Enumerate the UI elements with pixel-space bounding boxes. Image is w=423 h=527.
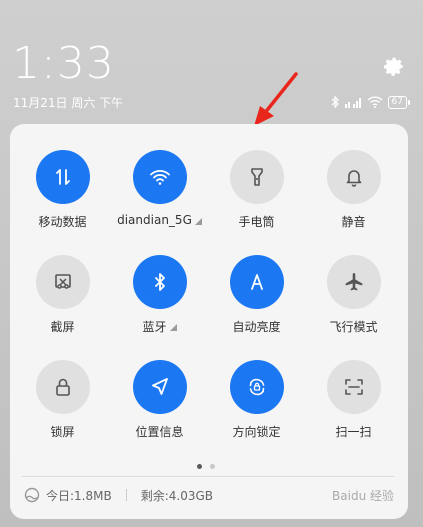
battery-indicator: 67: [387, 95, 411, 109]
lock-icon: [55, 378, 70, 396]
bell-icon: [346, 170, 361, 187]
toggle-location[interactable]: 位置信息: [111, 360, 208, 440]
tile-label-text: 飞行模式: [329, 320, 378, 334]
toggle-bell[interactable]: 静音: [305, 150, 402, 230]
data-usage-icon: [24, 487, 40, 503]
rotation-lock-icon: [249, 378, 264, 396]
settings-gear-icon[interactable]: [380, 53, 406, 79]
screenshot-toggle-button[interactable]: [35, 255, 90, 309]
location-toggle-button[interactable]: [132, 360, 187, 414]
tile-label-text: 静音: [341, 215, 366, 229]
mobile-data-icon: [55, 169, 70, 185]
tile-label-text: 锁屏: [50, 425, 75, 439]
watermark-text: Baidu 经验: [332, 488, 394, 503]
screenshot-icon: [54, 274, 71, 289]
toggle-screenshot[interactable]: 截屏: [14, 255, 111, 335]
mobile-data-label: 移动数据: [38, 213, 86, 230]
date-display: 11月21日 周六 下午: [13, 96, 124, 110]
tile-label-text: 方向锁定: [232, 425, 281, 439]
signal-icon: [344, 97, 361, 108]
flashlight-icon: [250, 168, 263, 186]
toggle-rotation-lock[interactable]: 方向锁定: [208, 360, 305, 440]
toggle-bluetooth[interactable]: 蓝牙: [111, 255, 208, 335]
toggle-flashlight[interactable]: 手电筒: [208, 150, 305, 230]
auto-brightness-label: 自动亮度: [232, 318, 280, 335]
toggle-auto-brightness[interactable]: 自动亮度: [208, 255, 305, 335]
wifi-toggle-button[interactable]: [132, 150, 187, 204]
bell-toggle-button[interactable]: [326, 150, 381, 204]
bluetooth-toggle-button[interactable]: [132, 255, 187, 309]
more-options-triangle-icon[interactable]: [169, 324, 177, 331]
panel-divider: [22, 476, 394, 477]
auto-brightness-toggle-button[interactable]: [229, 255, 284, 309]
lock-toggle-button[interactable]: [35, 360, 90, 414]
auto-brightness-icon: [250, 274, 263, 290]
page-dot-1[interactable]: [197, 464, 202, 469]
rotation-lock-toggle-button[interactable]: [229, 360, 284, 414]
scan-icon: [344, 379, 363, 395]
tile-label-text: 位置信息: [135, 425, 184, 439]
bluetooth-label: 蓝牙: [142, 318, 177, 335]
toggle-grid: 移动数据 diandian_5G 手电筒 静音截屏 蓝牙 自动亮度 飞行模式锁屏 位置信息 方向…: [10, 150, 412, 440]
tile-label-text: 移动数据: [38, 215, 87, 229]
wifi-status-icon: [367, 96, 383, 108]
remaining-data: 剩余:4.03GB: [140, 488, 214, 503]
tile-label-text: 扫一扫: [335, 425, 372, 439]
toggle-scan[interactable]: 扫一扫: [305, 360, 402, 440]
airplane-toggle-button[interactable]: [326, 255, 381, 309]
footer-separator: [125, 489, 127, 501]
more-options-triangle-icon[interactable]: [194, 217, 202, 225]
tile-label-text: 手电筒: [238, 215, 275, 229]
page-indicator: [197, 464, 215, 469]
toggle-mobile-data[interactable]: 移动数据: [14, 150, 111, 230]
scan-toggle-button[interactable]: [326, 360, 381, 414]
bluetooth-icon: [154, 273, 165, 291]
toggle-airplane[interactable]: 飞行模式: [305, 255, 402, 335]
bell-label: 静音: [341, 213, 365, 230]
tile-label-text: diandian_5G: [117, 213, 192, 227]
airplane-icon: [345, 273, 362, 291]
airplane-label: 飞行模式: [329, 318, 377, 335]
page-dot-2[interactable]: [210, 464, 215, 469]
flashlight-label: 手电筒: [238, 213, 274, 230]
location-icon: [151, 378, 168, 395]
tile-label-text: 自动亮度: [232, 320, 281, 334]
time-display: 1:33: [12, 38, 115, 89]
rotation-lock-label: 方向锁定: [232, 423, 280, 440]
today-usage: 今日:1.8MB: [46, 488, 112, 503]
control-center-panel: 移动数据 diandian_5G 手电筒 静音截屏 蓝牙 自动亮度 飞行模式锁屏 位置信息 方向…: [10, 124, 408, 519]
scan-label: 扫一扫: [335, 423, 371, 440]
data-usage-footer[interactable]: 今日:1.8MB 剩余:4.03GB Baidu 经验: [24, 485, 394, 505]
wifi-label: diandian_5G: [117, 213, 202, 227]
tile-label-text: 蓝牙: [142, 320, 167, 334]
flashlight-toggle-button[interactable]: [229, 150, 284, 204]
screenshot-label: 截屏: [50, 318, 74, 335]
bluetooth-status-icon: [331, 96, 339, 108]
red-arrow-annotation: [254, 72, 298, 126]
status-bar: 67: [331, 94, 411, 110]
toggle-wifi[interactable]: diandian_5G: [111, 150, 208, 230]
lock-label: 锁屏: [50, 423, 74, 440]
mobile-data-toggle-button[interactable]: [35, 150, 90, 204]
location-label: 位置信息: [135, 423, 183, 440]
tile-label-text: 截屏: [50, 320, 75, 334]
toggle-lock[interactable]: 锁屏: [14, 360, 111, 440]
wifi-icon: [149, 170, 170, 185]
